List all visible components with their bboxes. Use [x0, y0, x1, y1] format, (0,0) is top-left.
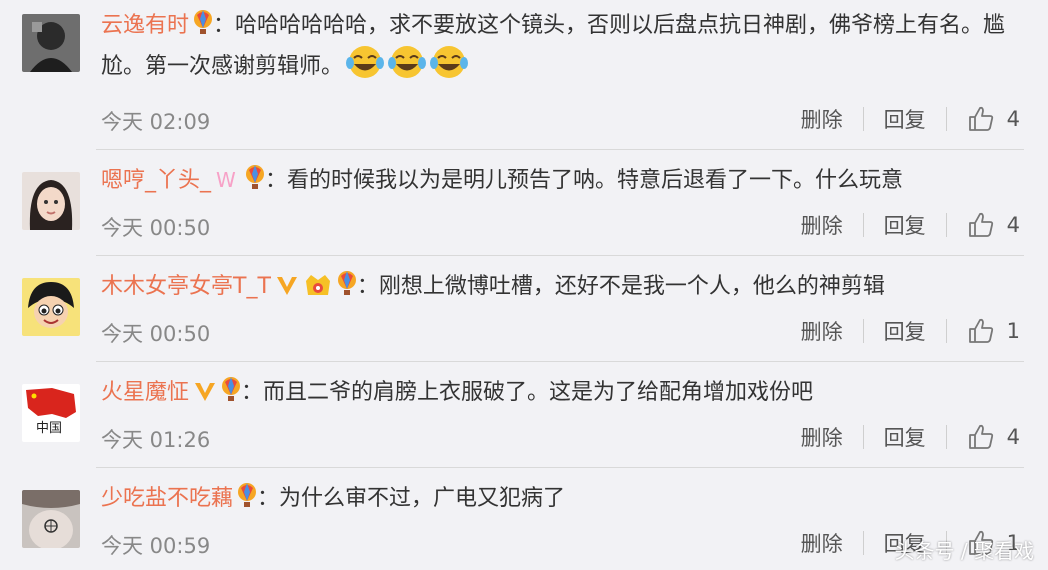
- comment-body: 少吃盐不吃藕 ：为什么审不过，广电又犯病了: [101, 483, 1022, 518]
- like-button[interactable]: 4: [967, 211, 1020, 239]
- colon: ：: [257, 486, 280, 511]
- comment-actions: 删除 回复 4: [801, 210, 1020, 240]
- avatar[interactable]: [22, 278, 80, 336]
- avatar[interactable]: [22, 490, 80, 548]
- thumbs-up-icon: [968, 318, 993, 343]
- delete-button[interactable]: 删除: [801, 528, 843, 558]
- delete-button[interactable]: 删除: [801, 104, 843, 134]
- watermark: 头条号 / 聚看戏: [894, 539, 1034, 563]
- reply-button[interactable]: 回复: [884, 210, 926, 240]
- balloon-badge-icon[interactable]: [193, 10, 213, 45]
- colon: ：: [356, 274, 379, 299]
- laugh-cry-emoji-icon: [345, 45, 385, 88]
- balloon-badge-icon[interactable]: [337, 271, 357, 306]
- verified-v-icon[interactable]: [275, 275, 299, 306]
- comment-time: 今天 01:26: [101, 428, 211, 452]
- action-divider: [945, 107, 947, 131]
- comment-text: 为什么审不过，广电又犯病了: [279, 486, 566, 511]
- crown-badge-icon[interactable]: [303, 271, 333, 306]
- comment-time: 今天 00:50: [101, 216, 211, 240]
- action-divider: [862, 425, 864, 449]
- delete-button[interactable]: 删除: [801, 210, 843, 240]
- balloon-badge-icon[interactable]: [245, 165, 265, 200]
- username-link[interactable]: 云逸有时: [101, 13, 189, 38]
- action-divider: [862, 319, 864, 343]
- comment-text: 刚想上微博吐槽，还好不是我一个人，他么的神剪辑: [378, 274, 885, 299]
- action-divider: [862, 531, 864, 555]
- action-divider: [862, 107, 864, 131]
- comment-text: 哈哈哈哈哈哈，求不要放这个镜头，否则以后盘点抗日神剧，佛爷榜上有名。尴尬。第一次…: [101, 13, 1006, 79]
- laugh-cry-emoji-icon: [429, 45, 469, 88]
- delete-button[interactable]: 删除: [801, 422, 843, 452]
- verified-v-icon[interactable]: [193, 381, 217, 412]
- thumbs-up-icon: [968, 424, 993, 449]
- reply-button[interactable]: 回复: [884, 316, 926, 346]
- username-link[interactable]: 少吃盐不吃藕: [101, 486, 233, 511]
- comment-actions: 删除 回复 4: [801, 422, 1020, 452]
- like-count: 4: [1006, 107, 1020, 131]
- comment-item: 少吃盐不吃藕 ：为什么审不过，广电又犯病了 今天 00:59 删除 回复 1: [0, 468, 1048, 570]
- balloon-badge-icon[interactable]: [237, 483, 257, 518]
- comment-time: 今天 02:09: [101, 110, 211, 134]
- like-button[interactable]: 1: [967, 317, 1020, 345]
- action-divider: [862, 213, 864, 237]
- username-link[interactable]: 木木女亭女亭T_T: [101, 274, 271, 299]
- like-button[interactable]: 4: [967, 105, 1020, 133]
- comment-item: 嗯哼_丫头_ W ：看的时候我以为是明儿预告了呐。特意后退看了一下。什么玩意 今天 …: [0, 150, 1048, 256]
- comment-actions: 删除 回复 1: [801, 316, 1020, 346]
- action-divider: [945, 319, 947, 343]
- comment-body: 火星魔怔 ：而且二爷的肩膀上衣服破了。这是为了给配角增加戏份吧: [101, 377, 1022, 412]
- delete-button[interactable]: 删除: [801, 316, 843, 346]
- colon: ：: [213, 13, 236, 38]
- comment-item: 云逸有时 ：哈哈哈哈哈哈，求不要放这个镜头，否则以后盘点抗日神剧，佛爷榜上有名。尴…: [0, 0, 1048, 150]
- comment-text: 而且二爷的肩膀上衣服破了。这是为了给配角增加戏份吧: [263, 380, 814, 405]
- comment-body: 云逸有时 ：哈哈哈哈哈哈，求不要放这个镜头，否则以后盘点抗日神剧，佛爷榜上有名。尴…: [101, 10, 1022, 88]
- avatar[interactable]: [22, 14, 80, 72]
- thumbs-up-icon: [968, 106, 993, 131]
- comment-text: 看的时候我以为是明儿预告了呐。特意后退看了一下。什么玩意: [287, 168, 904, 193]
- balloon-badge-icon[interactable]: [221, 377, 241, 412]
- comment-time: 今天 00:59: [101, 534, 211, 558]
- thumbs-up-icon: [968, 212, 993, 237]
- comment-actions: 删除 回复 4: [801, 104, 1020, 134]
- reply-button[interactable]: 回复: [884, 422, 926, 452]
- colon: ：: [265, 168, 288, 193]
- action-divider: [945, 425, 947, 449]
- svg-text:W: W: [216, 169, 236, 191]
- like-count: 4: [1006, 425, 1020, 449]
- laugh-cry-emoji-icon: [387, 45, 427, 88]
- like-count: 4: [1006, 213, 1020, 237]
- comment-body: 嗯哼_丫头_ W ：看的时候我以为是明儿预告了呐。特意后退看了一下。什么玩意: [101, 165, 1022, 200]
- like-button[interactable]: 4: [967, 423, 1020, 451]
- comment-body: 木木女亭女亭T_T ：刚想上微博吐槽，还好不是我一个人，他么的神剪辑: [101, 271, 1022, 306]
- username-link[interactable]: 嗯哼_丫头_: [101, 168, 211, 193]
- comment-item: 中国 火星魔怔 ：而且二爷的肩膀上衣服破了。这是为了给配角增加戏份吧 今天 01:…: [0, 362, 1048, 468]
- avatar-text: 中国: [36, 421, 62, 436]
- action-divider: [945, 213, 947, 237]
- w-badge-icon[interactable]: W: [215, 168, 241, 200]
- avatar[interactable]: 中国: [22, 384, 80, 442]
- reply-button[interactable]: 回复: [884, 104, 926, 134]
- username-link[interactable]: 火星魔怔: [101, 380, 189, 405]
- like-count: 1: [1006, 319, 1020, 343]
- comment-list: 云逸有时 ：哈哈哈哈哈哈，求不要放这个镜头，否则以后盘点抗日神剧，佛爷榜上有名。尴…: [0, 0, 1048, 570]
- comment-time: 今天 00:50: [101, 322, 211, 346]
- comment-item: 木木女亭女亭T_T ：刚想上微博吐槽，还好不是我一个人，他么的神剪辑 今天 00:…: [0, 256, 1048, 362]
- colon: ：: [241, 380, 264, 405]
- avatar[interactable]: [22, 172, 80, 230]
